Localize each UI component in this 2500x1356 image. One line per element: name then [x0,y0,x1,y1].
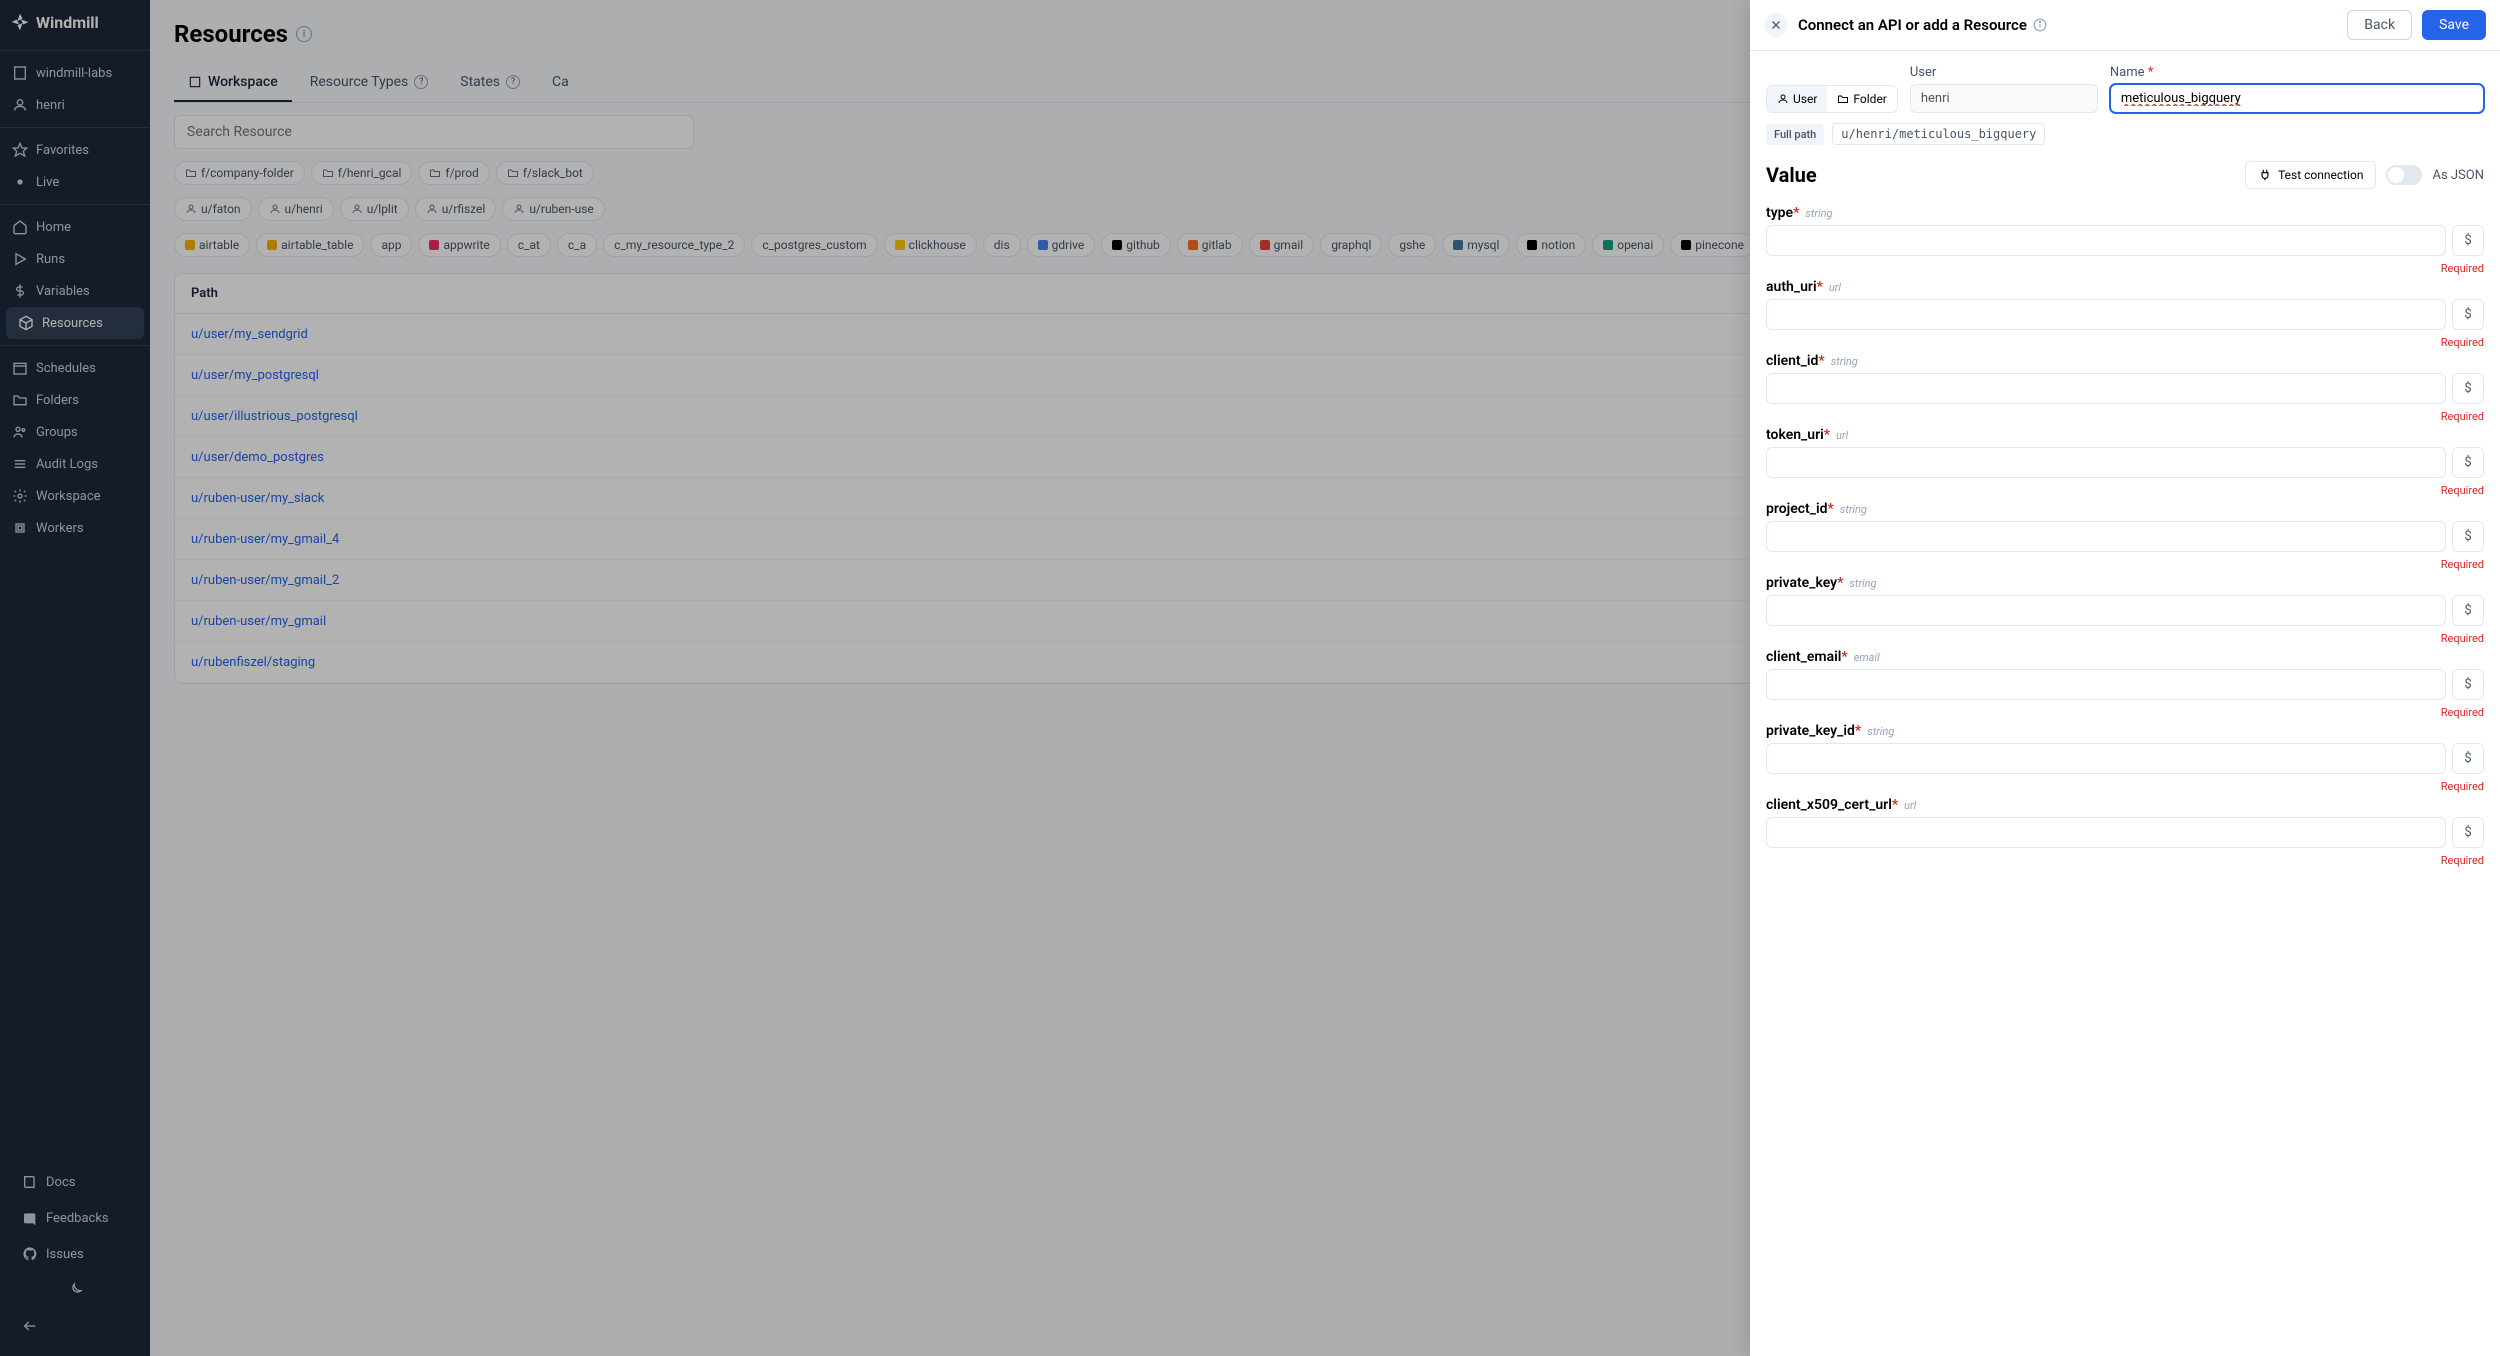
variable-picker-button[interactable]: $ [2452,521,2484,552]
field-label: auth_uri* [1766,279,1823,295]
drawer-body: User Folder User Name * Full path u/henr… [1750,51,2500,1356]
close-button[interactable] [1764,13,1788,37]
name-label: Name * [2110,65,2484,80]
user-icon [1777,93,1789,105]
field-type: url [1829,281,1841,294]
field-label: client_email* [1766,649,1848,665]
field-type: string [1805,207,1832,220]
field-input-client_id[interactable] [1766,373,2446,404]
test-connection-button[interactable]: Test connection [2245,161,2376,189]
field-label: project_id* [1766,501,1834,517]
field-input-private_key_id[interactable] [1766,743,2446,774]
field-type: string [1867,725,1894,738]
variable-picker-button[interactable]: $ [2452,225,2484,256]
field-label: private_key_id* [1766,723,1861,739]
required-message: Required [1766,262,2484,275]
back-button[interactable]: Back [2347,10,2412,40]
scope-folder-button[interactable]: Folder [1827,86,1896,112]
field-type: type* string $ Required [1766,205,2484,275]
full-path-label: Full path [1766,124,1824,145]
field-label: private_key* [1766,575,1843,591]
drawer-header: Connect an API or add a Resource Back Sa… [1750,0,2500,51]
required-message: Required [1766,780,2484,793]
field-private_key_id: private_key_id* string $ Required [1766,723,2484,793]
name-field: Name * [2110,65,2484,113]
form-fields: type*string$Requiredauth_uri*url$Require… [1766,205,2484,867]
variable-picker-button[interactable]: $ [2452,299,2484,330]
variable-picker-button[interactable]: $ [2452,669,2484,700]
drawer-title: Connect an API or add a Resource [1798,16,2337,34]
scope-user-button[interactable]: User [1767,86,1827,112]
field-input-client_x509_cert_url[interactable] [1766,817,2446,848]
field-input-auth_uri[interactable] [1766,299,2446,330]
field-type: string [1831,355,1858,368]
field-type: url [1836,429,1848,442]
field-label: type* [1766,205,1799,221]
field-client_x509_cert_url: client_x509_cert_url* url $ Required [1766,797,2484,867]
field-input-type[interactable] [1766,225,2446,256]
field-label: client_id* [1766,353,1825,369]
variable-picker-button[interactable]: $ [2452,595,2484,626]
required-message: Required [1766,632,2484,645]
field-input-token_uri[interactable] [1766,447,2446,478]
field-private_key: private_key* string $ Required [1766,575,2484,645]
path-scope-toggle: User Folder [1766,85,1898,113]
as-json-toggle[interactable] [2386,165,2422,185]
field-client_id: client_id* string $ Required [1766,353,2484,423]
required-message: Required [1766,706,2484,719]
field-input-client_email[interactable] [1766,669,2446,700]
field-type: string [1849,577,1876,590]
name-input[interactable] [2110,84,2484,113]
variable-picker-button[interactable]: $ [2452,817,2484,848]
value-heading: Value [1766,163,1817,187]
field-project_id: project_id* string $ Required [1766,501,2484,571]
field-input-project_id[interactable] [1766,521,2446,552]
resource-drawer: Connect an API or add a Resource Back Sa… [1750,0,2500,1356]
field-type: email [1854,651,1880,664]
field-token_uri: token_uri* url $ Required [1766,427,2484,497]
as-json-label: As JSON [2432,168,2484,183]
variable-picker-button[interactable]: $ [2452,447,2484,478]
required-message: Required [1766,484,2484,497]
close-icon [1770,19,1782,31]
field-type: url [1904,799,1916,812]
required-message: Required [1766,336,2484,349]
save-button[interactable]: Save [2422,10,2486,40]
variable-picker-button[interactable]: $ [2452,743,2484,774]
field-type: string [1840,503,1867,516]
variable-picker-button[interactable]: $ [2452,373,2484,404]
field-input-private_key[interactable] [1766,595,2446,626]
required-message: Required [1766,410,2484,423]
plug-icon [2258,168,2272,182]
user-input[interactable] [1910,84,2098,113]
field-label: client_x509_cert_url* [1766,797,1898,813]
full-path-value: u/henri/meticulous_bigquery [1832,123,2045,145]
field-label: token_uri* [1766,427,1830,443]
user-label: User [1910,65,2098,80]
required-message: Required [1766,558,2484,571]
field-auth_uri: auth_uri* url $ Required [1766,279,2484,349]
user-field: User [1910,65,2098,113]
info-icon[interactable] [2033,18,2047,32]
folder-icon [1837,93,1849,105]
required-message: Required [1766,854,2484,867]
field-client_email: client_email* email $ Required [1766,649,2484,719]
